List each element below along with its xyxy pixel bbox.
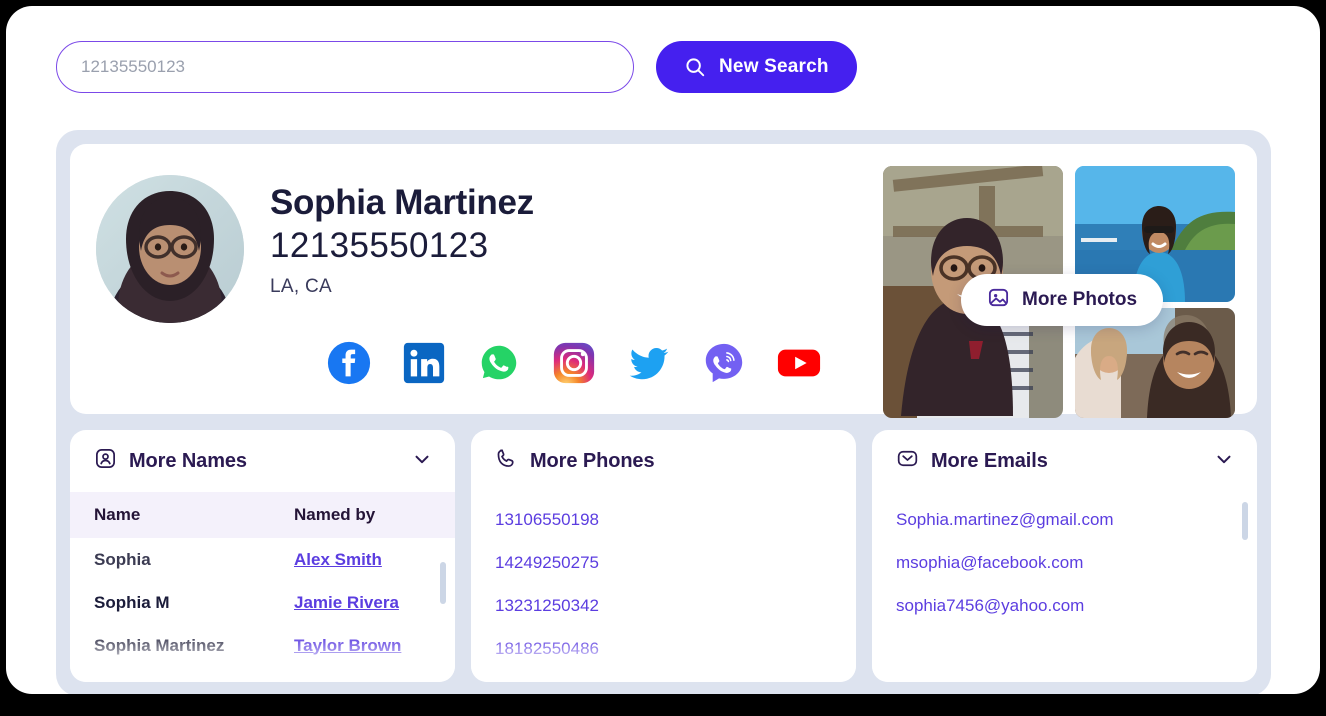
emails-list: Sophia.martinez@gmail.com msophia@facebo… [872,492,1257,627]
results-container: Sophia Martinez 12135550123 LA, CA More … [56,130,1271,694]
names-table-body: Sophia Alex Smith Sophia M Jamie Rivera … [70,538,455,667]
profile-location: LA, CA [270,276,332,298]
profile-phone: 12135550123 [270,226,489,266]
new-search-button[interactable]: New Search [656,41,857,93]
name-value: Sophia Martinez [94,635,225,655]
linkedin-icon[interactable] [401,340,447,386]
named-by-link[interactable]: Jamie Rivera [294,593,399,613]
facebook-icon[interactable] [326,340,372,386]
more-emails-card: More Emails Sophia.martinez@gmail.com ms… [872,430,1257,682]
profile-name: Sophia Martinez [270,183,534,222]
more-phones-header: More Phones [471,430,856,492]
avatar [96,175,244,323]
name-value: Sophia M [94,592,170,612]
search-icon [684,56,706,78]
more-phones-card: More Phones 13106550198 14249250275 1323… [471,430,856,682]
list-item[interactable]: 13106550198 [495,498,832,541]
list-item[interactable]: 14249250275 [495,541,832,584]
chevron-down-icon[interactable] [411,448,433,475]
new-search-label: New Search [719,56,829,77]
table-row: Sophia M Jamie Rivera [70,581,455,624]
whatsapp-icon[interactable] [476,340,522,386]
app-window: New Search [6,6,1320,694]
phone-icon [495,447,518,476]
profile-card: Sophia Martinez 12135550123 LA, CA More … [70,144,1257,418]
chevron-down-icon[interactable] [1213,448,1235,475]
named-by-link[interactable]: Alex Smith [294,550,382,570]
name-value: Sophia [94,549,151,569]
table-row: Sophia Martinez Taylor Brown [70,624,455,667]
list-item[interactable]: 18182550486 [495,627,832,670]
table-row: Sophia Alex Smith [70,538,455,581]
youtube-icon[interactable] [776,340,822,386]
column-header-name: Name [94,505,141,524]
more-names-header: More Names [70,430,455,492]
more-photos-label: More Photos [1022,289,1138,310]
names-table-header: Name Named by [70,492,455,538]
more-emails-title: More Emails [931,449,1048,472]
more-photos-button[interactable]: More Photos [961,274,1164,326]
user-square-icon [94,447,117,476]
scrollbar-thumb[interactable] [440,562,446,604]
envelope-icon [896,447,919,476]
list-item[interactable]: Sophia.martinez@gmail.com [896,498,1233,541]
more-names-title: More Names [129,449,247,472]
more-names-card: More Names Name Named by Sophia Alex Smi… [70,430,455,682]
more-phones-title: More Phones [530,449,655,472]
twitter-icon[interactable] [626,340,672,386]
more-emails-header: More Emails [872,430,1257,492]
search-input[interactable] [56,41,634,93]
scroll-fade [872,636,1257,682]
photo-collage: More Photos [883,166,1235,418]
search-bar: New Search [56,41,857,93]
viber-icon[interactable] [701,340,747,386]
detail-cards-row: More Names Name Named by Sophia Alex Smi… [70,430,1257,682]
scrollbar-thumb[interactable] [1242,502,1248,540]
named-by-link[interactable]: Taylor Brown [294,636,401,656]
list-item[interactable]: 13231250342 [495,584,832,627]
phones-list: 13106550198 14249250275 13231250342 1818… [471,492,856,670]
column-header-named-by: Named by [294,505,376,524]
image-icon [987,286,1010,315]
list-item[interactable]: sophia7456@yahoo.com [896,584,1233,627]
instagram-icon[interactable] [551,340,597,386]
social-links [326,340,822,386]
list-item[interactable]: msophia@facebook.com [896,541,1233,584]
